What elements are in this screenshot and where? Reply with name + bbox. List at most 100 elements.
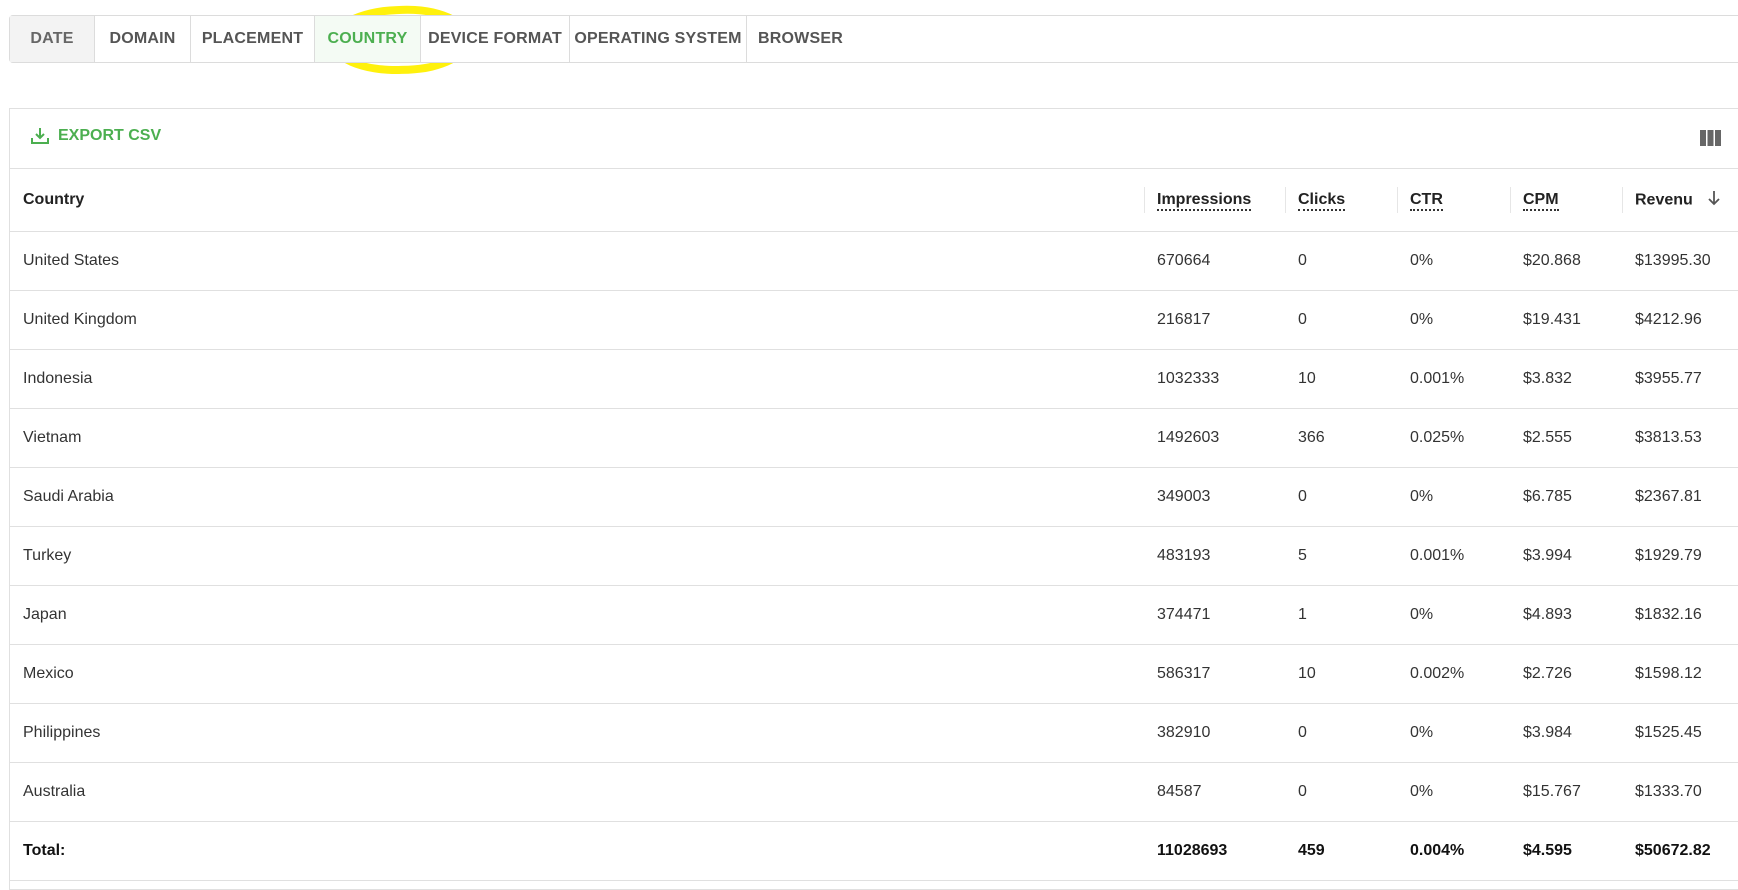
cell-ctr: 0% — [1397, 703, 1510, 763]
table-row: Australia 84587 0 0% $15.767 $1333.70 — [10, 762, 1738, 822]
cell-ctr: 0% — [1397, 231, 1510, 291]
cell-country: Philippines — [10, 703, 1144, 763]
cell-ctr: 0% — [1397, 290, 1510, 350]
cell-impressions: 586317 — [1144, 644, 1285, 704]
table-row: Saudi Arabia 349003 0 0% $6.785 $2367.81 — [10, 467, 1738, 527]
cell-country: Japan — [10, 585, 1144, 645]
cell-cpm: $3.832 — [1510, 349, 1622, 409]
header-ctr[interactable]: CTR — [1397, 169, 1510, 232]
header-revenue[interactable]: Revenu — [1622, 169, 1738, 232]
header-cpm[interactable]: CPM — [1510, 169, 1622, 232]
cell-ctr: 0.025% — [1397, 408, 1510, 468]
cell-revenue: $1333.70 — [1622, 762, 1738, 822]
cell-revenue: $4212.96 — [1622, 290, 1738, 350]
tab-placement[interactable]: PLACEMENT — [191, 16, 315, 62]
cell-country: Indonesia — [10, 349, 1144, 409]
cell-country: Saudi Arabia — [10, 467, 1144, 527]
cell-cpm: $20.868 — [1510, 231, 1622, 291]
header-clicks[interactable]: Clicks — [1285, 169, 1397, 232]
table-row: Japan 374471 1 0% $4.893 $1832.16 — [10, 585, 1738, 645]
cell-impressions: 216817 — [1144, 290, 1285, 350]
total-row: Total: 11028693 459 0.004% $4.595 $50672… — [10, 821, 1738, 881]
cell-ctr: 0% — [1397, 467, 1510, 527]
cell-ctr: 0.001% — [1397, 526, 1510, 586]
cell-impressions: 483193 — [1144, 526, 1285, 586]
cell-revenue: $3955.77 — [1622, 349, 1738, 409]
export-csv-button[interactable]: EXPORT CSV — [30, 126, 161, 146]
report-panel: EXPORT CSV Country Impressions Clicks CT… — [9, 108, 1738, 890]
cell-clicks: 0 — [1285, 703, 1397, 763]
table-row: United Kingdom 216817 0 0% $19.431 $4212.96 — [10, 290, 1738, 350]
cell-revenue: $3813.53 — [1622, 408, 1738, 468]
cell-cpm: $6.785 — [1510, 467, 1622, 527]
cell-revenue: $1929.79 — [1622, 526, 1738, 586]
cell-impressions: 1492603 — [1144, 408, 1285, 468]
total-cpm: $4.595 — [1510, 821, 1622, 881]
columns-icon[interactable] — [1700, 130, 1721, 151]
cell-clicks: 0 — [1285, 467, 1397, 527]
table-toolbar: EXPORT CSV — [10, 109, 1738, 169]
cell-clicks: 1 — [1285, 585, 1397, 645]
cell-cpm: $2.555 — [1510, 408, 1622, 468]
cell-clicks: 5 — [1285, 526, 1397, 586]
tab-domain[interactable]: DOMAIN — [95, 16, 191, 62]
cell-clicks: 0 — [1285, 762, 1397, 822]
cell-impressions: 349003 — [1144, 467, 1285, 527]
cell-ctr: 0.002% — [1397, 644, 1510, 704]
cell-country: Australia — [10, 762, 1144, 822]
table-row: United States 670664 0 0% $20.868 $13995.30 — [10, 231, 1738, 291]
cell-clicks: 0 — [1285, 231, 1397, 291]
country-report-table: Country Impressions Clicks CTR CPM Reven… — [10, 169, 1738, 881]
cell-cpm: $3.994 — [1510, 526, 1622, 586]
cell-impressions: 382910 — [1144, 703, 1285, 763]
cell-clicks: 366 — [1285, 408, 1397, 468]
total-revenue: $50672.82 — [1622, 821, 1738, 881]
tab-date[interactable]: DATE — [10, 16, 95, 62]
total-label: Total: — [10, 821, 1144, 881]
cell-ctr: 0.001% — [1397, 349, 1510, 409]
cell-ctr: 0% — [1397, 762, 1510, 822]
export-csv-label: EXPORT CSV — [58, 127, 162, 144]
cell-clicks: 0 — [1285, 290, 1397, 350]
header-country[interactable]: Country — [10, 169, 1144, 232]
cell-country: United Kingdom — [10, 290, 1144, 350]
cell-impressions: 84587 — [1144, 762, 1285, 822]
tab-browser[interactable]: BROWSER — [747, 16, 854, 62]
cell-country: United States — [10, 231, 1144, 291]
cell-revenue: $13995.30 — [1622, 231, 1738, 291]
tab-country[interactable]: COUNTRY — [315, 16, 421, 62]
cell-cpm: $3.984 — [1510, 703, 1622, 763]
table-row: Philippines 382910 0 0% $3.984 $1525.45 — [10, 703, 1738, 763]
download-icon — [30, 126, 50, 146]
table-header-row: Country Impressions Clicks CTR CPM Reven… — [10, 169, 1738, 232]
table-row: Indonesia 1032333 10 0.001% $3.832 $3955.77 — [10, 349, 1738, 409]
cell-clicks: 10 — [1285, 644, 1397, 704]
cell-cpm: $4.893 — [1510, 585, 1622, 645]
cell-country: Turkey — [10, 526, 1144, 586]
cell-country: Mexico — [10, 644, 1144, 704]
table-row: Mexico 586317 10 0.002% $2.726 $1598.12 — [10, 644, 1738, 704]
tab-operating-system[interactable]: OPERATING SYSTEM — [570, 16, 747, 62]
cell-ctr: 0% — [1397, 585, 1510, 645]
dimension-tabs: DATE DOMAIN PLACEMENT COUNTRY DEVICE FOR… — [9, 15, 1738, 63]
cell-revenue: $2367.81 — [1622, 467, 1738, 527]
cell-country: Vietnam — [10, 408, 1144, 468]
cell-cpm: $19.431 — [1510, 290, 1622, 350]
total-impressions: 11028693 — [1144, 821, 1285, 881]
table-row: Turkey 483193 5 0.001% $3.994 $1929.79 — [10, 526, 1738, 586]
cell-revenue: $1598.12 — [1622, 644, 1738, 704]
cell-revenue: $1525.45 — [1622, 703, 1738, 763]
cell-cpm: $15.767 — [1510, 762, 1622, 822]
total-ctr: 0.004% — [1397, 821, 1510, 881]
cell-impressions: 670664 — [1144, 231, 1285, 291]
total-clicks: 459 — [1285, 821, 1397, 881]
table-row: Vietnam 1492603 366 0.025% $2.555 $3813.53 — [10, 408, 1738, 468]
cell-revenue: $1832.16 — [1622, 585, 1738, 645]
tab-device-format[interactable]: DEVICE FORMAT — [421, 16, 570, 62]
sort-descending-icon[interactable] — [1707, 190, 1721, 210]
cell-impressions: 1032333 — [1144, 349, 1285, 409]
cell-clicks: 10 — [1285, 349, 1397, 409]
cell-cpm: $2.726 — [1510, 644, 1622, 704]
header-impressions[interactable]: Impressions — [1144, 169, 1285, 232]
cell-impressions: 374471 — [1144, 585, 1285, 645]
